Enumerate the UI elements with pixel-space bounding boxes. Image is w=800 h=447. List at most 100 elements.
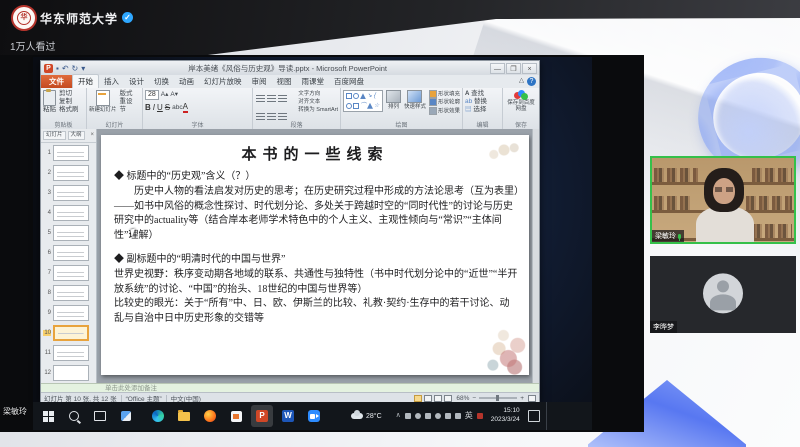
participant-video-camera-off[interactable]: 李晔梦	[650, 256, 796, 333]
file-explorer-icon[interactable]	[173, 405, 195, 427]
notes-area[interactable]: 单击此处添加备注	[41, 383, 539, 392]
start-button[interactable]	[37, 405, 59, 427]
normal-view-icon[interactable]	[414, 395, 422, 402]
current-slide[interactable]: 本书的一些线索 ◆ 标题中的“历史观”含义（？） 历史中人物的看法启发对历史的思…	[101, 135, 529, 375]
tray-pen-icon[interactable]	[445, 413, 451, 419]
shapes-gallery[interactable]: ↘{ ⌒☆	[343, 90, 383, 112]
layout-button[interactable]: 版式	[120, 90, 133, 98]
slideshow-icon[interactable]	[444, 395, 452, 402]
save-icon[interactable]: ▪	[56, 64, 59, 73]
arrange-button[interactable]: 排列	[386, 90, 401, 111]
slide-thumbnail[interactable]: 4	[41, 203, 96, 223]
university-logo-icon[interactable]: 华	[11, 5, 37, 31]
slide-thumbnail[interactable]: 9	[41, 303, 96, 323]
redo-icon[interactable]: ↻	[72, 64, 79, 73]
replace-button[interactable]: ab 替换	[465, 98, 500, 106]
show-desktop-button[interactable]	[546, 402, 550, 430]
tab-slideshow[interactable]: 幻灯片放映	[199, 75, 247, 88]
close-button[interactable]: ×	[522, 63, 537, 74]
select-button[interactable]: ▤ 选择	[465, 106, 500, 114]
minimize-button[interactable]: —	[490, 63, 505, 74]
tray-chevron-up-icon[interactable]: ∧	[396, 413, 401, 419]
powerpoint-taskbar-icon[interactable]: P	[251, 405, 273, 427]
shape-outline-button[interactable]: 形状轮廓	[429, 98, 460, 106]
zoom-out-icon[interactable]: −	[472, 395, 476, 402]
text-direction-button[interactable]: 文字方向	[298, 90, 338, 98]
tab-design[interactable]: 设计	[124, 75, 149, 88]
font-size-box[interactable]: 28	[145, 90, 159, 100]
search-icon[interactable]	[63, 405, 85, 427]
tab-review[interactable]: 审阅	[247, 75, 272, 88]
collapse-ribbon-icon[interactable]: △	[519, 77, 524, 86]
weather-widget[interactable]: 28°C	[351, 413, 382, 420]
slide-thumbnail[interactable]: 6	[41, 243, 96, 263]
participant-video-speaking[interactable]: 梁敏玲	[650, 156, 796, 244]
shared-screen-video[interactable]: P ▪ ↶ ↻ ▾ 岸本美绪《风俗与历史观》导读.pptx - Microsof…	[0, 55, 644, 432]
slide-thumbnail[interactable]: 3	[41, 183, 96, 203]
firefox-icon[interactable]	[199, 405, 221, 427]
zoom-slider[interactable]	[479, 397, 517, 399]
paste-button[interactable]: 粘贴	[43, 90, 56, 114]
ime-indicator[interactable]: 英	[465, 412, 473, 420]
tab-rain-classroom[interactable]: 雨课堂	[297, 75, 330, 88]
tray-network-icon[interactable]	[425, 413, 431, 419]
help-icon[interactable]: ?	[527, 77, 536, 86]
restore-button[interactable]: ❐	[506, 63, 521, 74]
shrink-font-icon[interactable]: A▾	[170, 91, 178, 99]
tab-file[interactable]: 文件	[41, 75, 72, 88]
save-to-netdisk-button[interactable]: 保存到百度网盘	[505, 90, 537, 112]
grow-font-icon[interactable]: A▴	[161, 91, 169, 99]
slide-thumbnail[interactable]: 12	[41, 363, 96, 383]
quick-styles-button[interactable]: 快速样式	[404, 90, 426, 111]
app-store-icon[interactable]	[225, 405, 247, 427]
reset-button[interactable]: 重设	[120, 98, 133, 106]
slide-thumbnail[interactable]: 2	[41, 163, 96, 183]
font-color-button[interactable]: A	[183, 102, 188, 113]
canvas-scrollbar[interactable]	[532, 129, 539, 383]
undo-icon[interactable]: ↶	[62, 64, 69, 73]
panel-tab-slides[interactable]: 幻灯片	[43, 131, 66, 140]
tab-animations[interactable]: 动画	[174, 75, 199, 88]
tray-volume-icon[interactable]	[435, 413, 441, 419]
numbering-icon[interactable]	[267, 95, 276, 103]
format-painter-button[interactable]: 格式刷	[59, 106, 79, 114]
slide-thumbnail[interactable]: 5	[41, 223, 96, 243]
tencent-meeting-icon[interactable]	[303, 405, 325, 427]
channel-name[interactable]: 华东师范大学	[40, 10, 118, 27]
bold-button[interactable]: B	[145, 103, 151, 112]
smartart-button[interactable]: 转换为 SmartArt	[298, 106, 338, 114]
slide-thumbnail[interactable]: 1	[41, 143, 96, 163]
zoom-in-icon[interactable]: +	[520, 395, 524, 402]
panel-tab-outline[interactable]: 大纲	[68, 131, 85, 140]
tab-home[interactable]: 开始	[72, 74, 99, 88]
slide-sorter-icon[interactable]	[424, 395, 432, 402]
slide-thumbnail[interactable]: 8	[41, 283, 96, 303]
tray-mic-icon[interactable]	[405, 413, 411, 419]
cut-button[interactable]: 剪切	[59, 90, 79, 98]
clear-formatting-button[interactable]: abc	[172, 104, 182, 112]
fit-to-window-icon[interactable]	[528, 395, 536, 402]
notification-center-icon[interactable]	[528, 410, 540, 422]
copy-button[interactable]: 复制	[59, 98, 79, 106]
italic-button[interactable]: I	[153, 103, 155, 112]
tray-speaker-icon[interactable]	[415, 413, 421, 419]
shape-effects-button[interactable]: 形状效果	[429, 107, 460, 115]
reading-view-icon[interactable]	[434, 395, 442, 402]
tray-keyboard-icon[interactable]	[455, 413, 461, 419]
widgets-icon[interactable]	[115, 405, 137, 427]
find-button[interactable]: A 查找	[465, 90, 500, 98]
strikethrough-button[interactable]: S	[165, 103, 170, 112]
bullets-icon[interactable]	[256, 95, 265, 103]
slide-thumbnail-active[interactable]: 10	[41, 323, 96, 343]
underline-button[interactable]: U	[157, 103, 163, 112]
align-text-button[interactable]: 对齐文本	[298, 98, 338, 106]
section-button[interactable]: 节	[120, 106, 133, 114]
tab-transitions[interactable]: 切换	[149, 75, 174, 88]
slide-thumbnail[interactable]: 11	[41, 343, 96, 363]
new-slide-button[interactable]: 新建幻灯片	[89, 90, 117, 114]
slide-thumbnail[interactable]: 7	[41, 263, 96, 283]
taskbar-clock[interactable]: 15:10 2023/3/24	[491, 407, 520, 425]
tab-view[interactable]: 视图	[272, 75, 297, 88]
edge-icon[interactable]	[147, 405, 169, 427]
tray-security-icon[interactable]	[477, 413, 483, 419]
